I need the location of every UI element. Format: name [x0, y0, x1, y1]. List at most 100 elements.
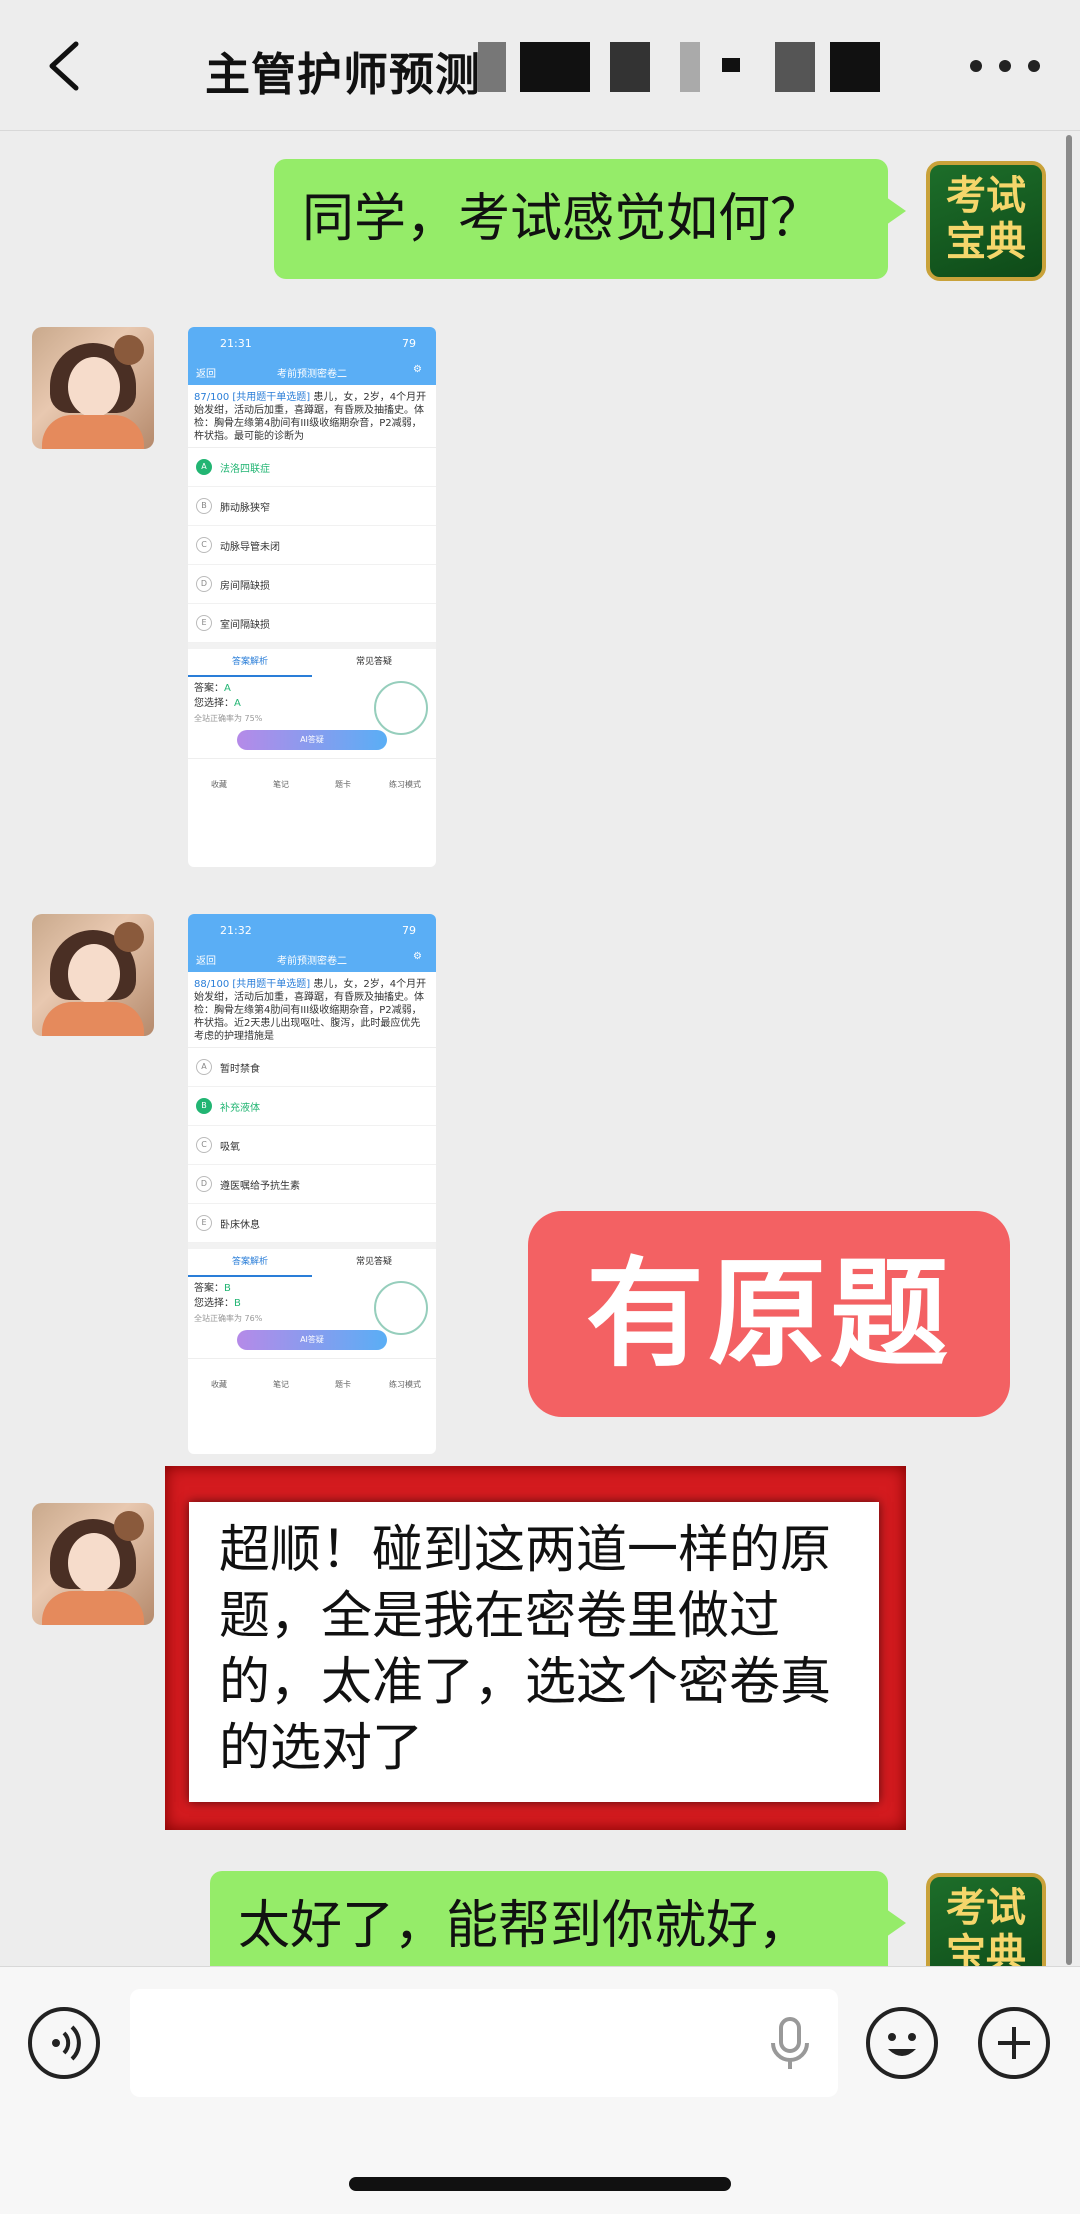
message-bubble-other[interactable]: 超顺！碰到这两道一样的原题，全是我在密卷里做过的，太准了，选这个密卷真的选对了	[189, 1502, 879, 1802]
ai-button: AI答疑	[237, 730, 387, 750]
toolbar-item: 笔记	[273, 1380, 289, 1389]
message-input[interactable]	[130, 1989, 838, 2097]
screenshot-image[interactable]: 21:32 79 返回 考前预测密卷二 ⚙ 88/100 [共用题干单选题] 患…	[188, 914, 436, 1454]
option-b: B 肺动脉狭窄	[188, 487, 436, 526]
highlight-frame: 超顺！碰到这两道一样的原题，全是我在密卷里做过的，太准了，选这个密卷真的选对了	[165, 1466, 906, 1830]
censor-mosaic	[680, 42, 700, 92]
censor-mosaic	[722, 58, 740, 72]
option-e: E 卧床休息	[188, 1204, 436, 1243]
message-text: 同学，考试感觉如何？	[302, 189, 823, 249]
toolbar-item: 笔记	[273, 780, 289, 789]
option-label: 补充液体	[220, 1102, 260, 1114]
message-text: 太好了，能帮到你就好，	[238, 1896, 811, 1956]
censor-mosaic	[830, 42, 880, 92]
battery-level: 79	[402, 924, 416, 937]
toolbar-item: 收藏	[211, 1380, 227, 1389]
toolbar-item: 收藏	[211, 780, 227, 789]
tab-faq: 常见答疑	[355, 657, 392, 667]
question-text: 88/100 [共用题干单选题] 患儿，女，2岁，4个月开始发绀，活动后加重，喜…	[188, 972, 436, 1048]
gear-icon: ⚙	[413, 364, 422, 375]
toolbar-item: 练习模式	[389, 780, 421, 789]
status-bar: 21:31 79	[188, 327, 436, 357]
toolbar-item: 题卡	[335, 1380, 351, 1389]
option-label: 室间隔缺损	[220, 619, 270, 631]
app-nav: 返回 考前预测密卷二 ⚙	[188, 357, 436, 385]
voice-icon[interactable]	[28, 2007, 100, 2079]
option-label: 法洛四联症	[220, 463, 270, 475]
censor-mosaic	[775, 42, 815, 92]
app-toolbar: 收藏 笔记 题卡 练习模式	[188, 758, 436, 793]
answer-block: 答案：A 您选择：A 全站正确率为 75% AI答疑	[188, 677, 436, 758]
badge-text: 考试	[946, 173, 1026, 219]
option-a: A 法洛四联症	[188, 448, 436, 487]
question-number: 88/100	[194, 979, 230, 990]
question-type: [共用题干单选题]	[232, 979, 311, 990]
choice-value: A	[234, 698, 241, 709]
app-title: 考前预测密卷二	[277, 956, 347, 967]
chat-header: 主管护师预测	[0, 0, 1080, 131]
message-bubble-self[interactable]: 同学，考试感觉如何？	[274, 159, 906, 279]
toolbar-item: 题卡	[335, 780, 351, 789]
answer-value: B	[224, 1283, 231, 1294]
app-toolbar: 收藏 笔记 题卡 练习模式	[188, 1358, 436, 1393]
back-arrow-icon[interactable]	[40, 38, 90, 94]
option-label: 房间隔缺损	[220, 580, 270, 592]
censor-mosaic	[520, 42, 590, 92]
answer-value: A	[224, 683, 231, 694]
badge-text: 宝典	[946, 219, 1026, 265]
screenshot-image[interactable]: 21:31 79 返回 考前预测密卷二 ⚙ 87/100 [共用题干单选题] 患…	[188, 327, 436, 867]
option-label: 肺动脉狭窄	[220, 502, 270, 514]
choice-value: B	[234, 1298, 241, 1309]
avatar-other[interactable]	[32, 1503, 154, 1625]
option-label: 动脉导管未闭	[220, 541, 280, 553]
choice-label: 您选择：	[194, 698, 234, 709]
status-bar: 21:32 79	[188, 914, 436, 944]
option-label: 卧床休息	[220, 1219, 260, 1231]
answer-tabs: 答案解析 常见答疑	[188, 1249, 436, 1277]
toolbar-item: 练习模式	[389, 1380, 421, 1389]
tab-analysis: 答案解析	[188, 649, 312, 677]
app-nav: 返回 考前预测密卷二 ⚙	[188, 944, 436, 972]
plus-icon[interactable]	[978, 2007, 1050, 2079]
avatar-self-badge[interactable]: 考试 宝典	[926, 161, 1046, 281]
app-title: 考前预测密卷二	[277, 369, 347, 380]
answer-label: 答案：	[194, 1283, 224, 1294]
choice-label: 您选择：	[194, 1298, 234, 1309]
message-bubble-self[interactable]: 太好了，能帮到你就好，	[210, 1871, 906, 1966]
censor-mosaic	[610, 42, 650, 92]
option-label: 吸氧	[220, 1141, 240, 1153]
status-time: 21:32	[220, 924, 252, 937]
tab-faq: 常见答疑	[355, 1257, 392, 1267]
question-number: 87/100	[194, 392, 230, 403]
status-time: 21:31	[220, 337, 252, 350]
stamp-icon	[374, 1281, 428, 1335]
battery-level: 79	[402, 337, 416, 350]
option-c: C 动脉导管未闭	[188, 526, 436, 565]
home-indicator[interactable]	[349, 2177, 731, 2191]
censor-mosaic	[478, 42, 506, 92]
option-label: 暂时禁食	[220, 1063, 260, 1075]
chat-area[interactable]: 同学，考试感觉如何？ 考试 宝典 21:31 79 返回 考前预测密卷二 ⚙ 8…	[0, 131, 1080, 1966]
highlight-callout: 有原题	[528, 1211, 1010, 1417]
emoji-icon[interactable]	[866, 2007, 938, 2079]
question-type: [共用题干单选题]	[232, 392, 311, 403]
badge-text: 宝典	[946, 1931, 1026, 1966]
avatar-other[interactable]	[32, 914, 154, 1036]
answer-label: 答案：	[194, 683, 224, 694]
badge-text: 考试	[946, 1885, 1026, 1931]
question-body: 患儿，女，2岁，4个月开始发绀，活动后加重，喜蹲踞，有昏厥及抽搐史。体检：胸骨左…	[194, 392, 427, 442]
message-text: 超顺！碰到这两道一样的原题，全是我在密卷里做过的，太准了，选这个密卷真的选对了	[219, 1521, 832, 1778]
more-icon[interactable]	[970, 48, 1040, 84]
avatar-other[interactable]	[32, 327, 154, 449]
stamp-icon	[374, 681, 428, 735]
question-text: 87/100 [共用题干单选题] 患儿，女，2岁，4个月开始发绀，活动后加重，喜…	[188, 385, 436, 448]
option-d: D 遵医嘱给予抗生素	[188, 1165, 436, 1204]
scrollbar[interactable]	[1066, 135, 1072, 1965]
mic-icon[interactable]	[768, 2017, 812, 2071]
answer-block: 答案：B 您选择：B 全站正确率为 76% AI答疑	[188, 1277, 436, 1358]
chat-title: 主管护师预测	[205, 48, 482, 101]
gear-icon: ⚙	[413, 951, 422, 962]
option-b: B 补充液体	[188, 1087, 436, 1126]
option-d: D 房间隔缺损	[188, 565, 436, 604]
avatar-self-badge[interactable]: 考试 宝典	[926, 1873, 1046, 1966]
